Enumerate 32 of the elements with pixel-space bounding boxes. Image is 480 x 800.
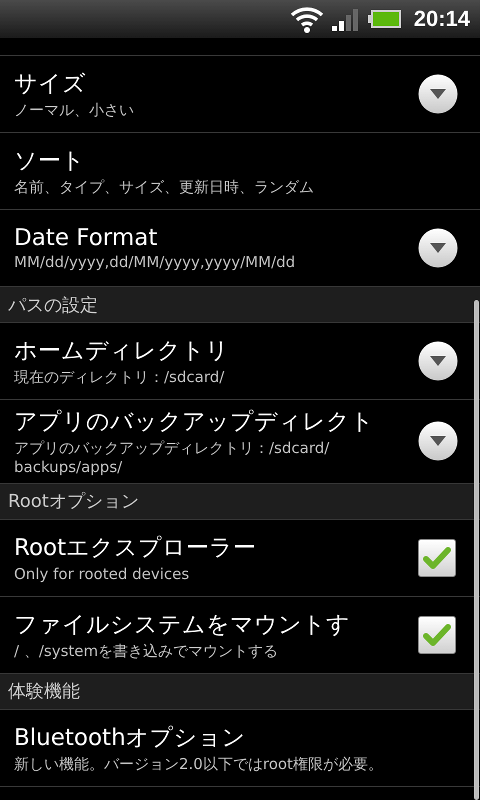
scrollbar[interactable] <box>474 300 479 800</box>
item-title: サイズ <box>14 70 87 100</box>
dropdown-button[interactable] <box>418 74 458 114</box>
dropdown-button[interactable] <box>418 421 458 462</box>
dropdown-button[interactable] <box>418 228 458 268</box>
item-title: アプリのバックアップディレクト <box>14 408 375 437</box>
item-summary: ノーマル、小さい <box>14 101 135 120</box>
item-title: Date Format <box>14 224 158 251</box>
item-summary: 名前、タイプ、サイズ、更新日時、ランダム <box>14 178 315 197</box>
item-title: ホームディレクトリ <box>14 337 230 366</box>
wifi-icon <box>290 5 324 33</box>
item-summary: / 、/systemを書き込みでマウントする <box>14 642 280 660</box>
item-summary: 現在のディレクトリ：/sdcard/ <box>14 368 226 387</box>
signal-icon <box>332 7 360 31</box>
item-summary: Only for rooted devices <box>14 564 190 584</box>
item-summary: アプリのバックアップディレクトリ：/sdcard/ backups/apps/ <box>14 439 330 476</box>
clock: 20:14 <box>414 6 470 32</box>
battery-icon <box>368 9 402 29</box>
checkbox[interactable] <box>418 616 456 654</box>
settings-item[interactable]: サイズ ノーマル、小さい <box>0 56 480 133</box>
item-summary: MM/dd/yyyy,dd/MM/yyyy,yyyy/MM/dd <box>14 252 296 272</box>
checkbox[interactable] <box>418 538 456 576</box>
dropdown-button[interactable] <box>418 341 458 381</box>
section-title: パスの設定 <box>8 294 98 316</box>
item-title: Rootエクスプローラー <box>14 534 258 563</box>
section-title: 体験機能 <box>8 680 80 703</box>
item-title: ファイルシステムをマウントす <box>14 610 351 640</box>
item-title: ソート <box>14 147 86 176</box>
settings-item[interactable]: ソート 名前、タイプ、サイズ、更新日時、ランダム <box>0 133 480 210</box>
section-title: Rootオプション <box>8 490 139 513</box>
item-title: Bluetoothオプション <box>14 724 247 753</box>
item-summary: 新しい機能。バージョン2.0以下ではroot権限が必要。 <box>14 754 384 774</box>
